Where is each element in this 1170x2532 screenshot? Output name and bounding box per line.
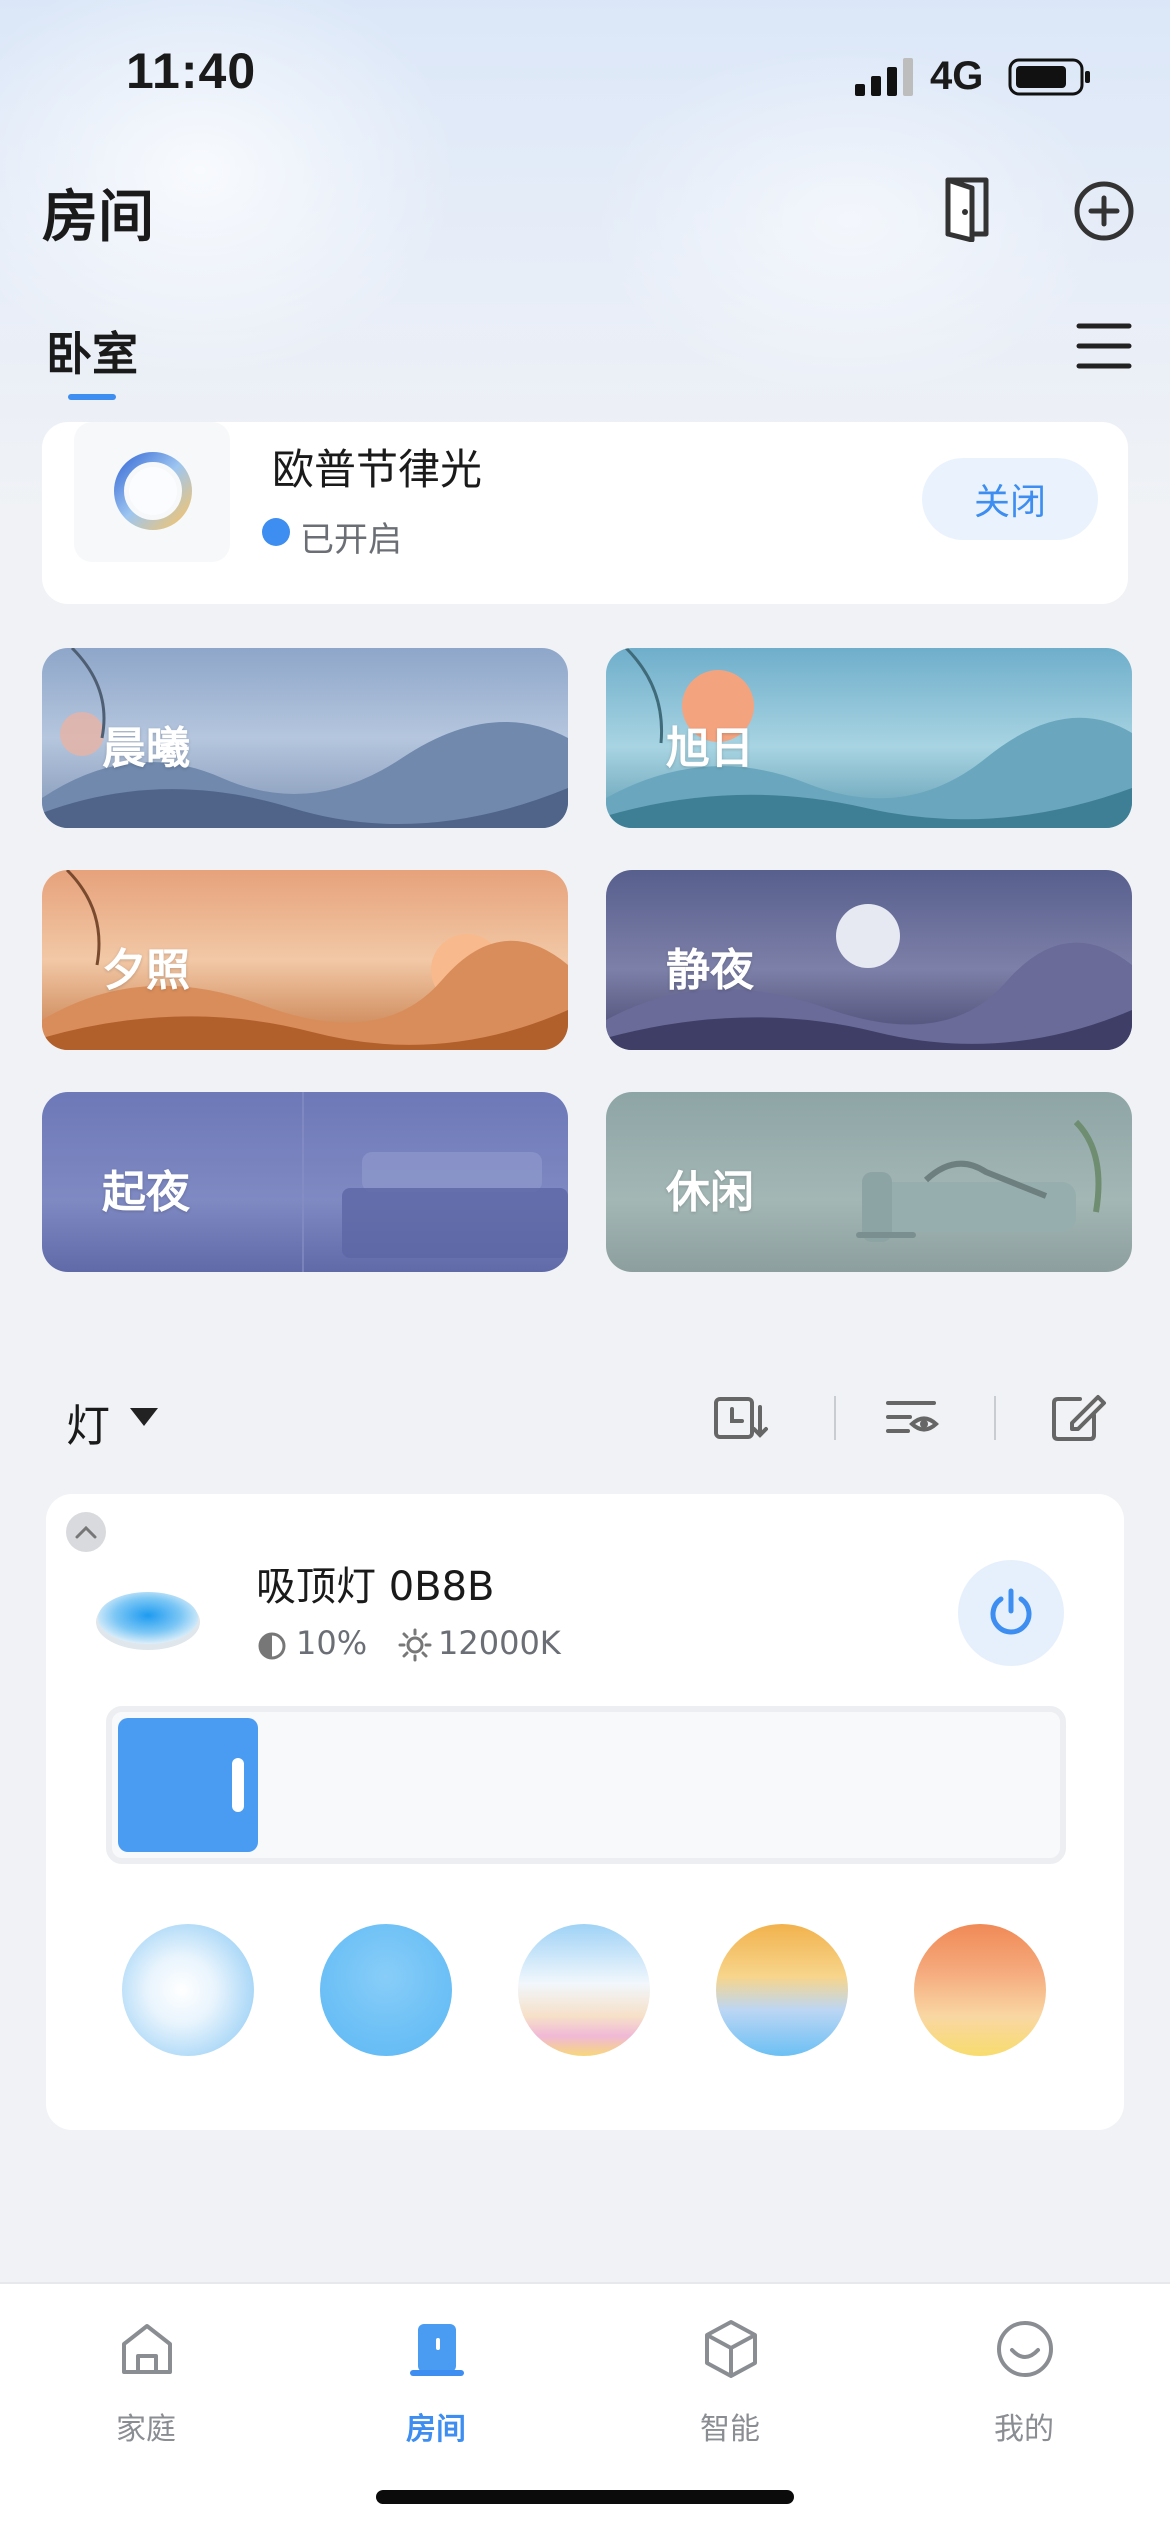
device-status: 已开启 xyxy=(300,520,402,560)
color-preset-4[interactable] xyxy=(716,1924,848,2056)
color-preset-3[interactable] xyxy=(518,1924,650,2056)
sun-icon xyxy=(398,1628,432,1662)
scene-night-rise[interactable]: 起夜 xyxy=(42,1092,568,1272)
battery-icon xyxy=(1008,58,1090,96)
dropdown-arrow-icon[interactable] xyxy=(128,1406,160,1428)
power-button[interactable] xyxy=(958,1560,1064,1666)
close-button[interactable]: 关闭 xyxy=(922,458,1098,540)
nav-label: 家庭 xyxy=(116,2412,176,2447)
ceiling-lamp-icon xyxy=(96,1592,200,1650)
status-time: 11:40 xyxy=(126,43,257,99)
brightness-slider[interactable] xyxy=(106,1706,1066,1864)
lamp-name: 吸顶灯 0B8B xyxy=(256,1564,495,1610)
nav-label: 智能 xyxy=(700,2412,760,2447)
status-dot xyxy=(262,518,290,546)
nav-smart[interactable]: 智能 xyxy=(650,2304,810,2447)
status-bar: 11:40 4G xyxy=(0,0,1170,150)
collapse-icon[interactable] xyxy=(66,1512,106,1552)
device-name: 欧普节律光 xyxy=(272,445,483,494)
nav-home[interactable]: 家庭 xyxy=(66,2304,226,2447)
brightness-slider-handle[interactable] xyxy=(232,1758,244,1812)
home-indicator xyxy=(376,2490,794,2504)
signal-icon xyxy=(855,58,913,96)
scene-label: 旭日 xyxy=(666,723,754,774)
caret-up-icon xyxy=(75,1525,97,1539)
brightness-icon xyxy=(258,1632,286,1660)
scene-label: 夕照 xyxy=(102,945,190,996)
filter-icon[interactable] xyxy=(884,1393,942,1443)
smile-icon xyxy=(997,2321,1053,2377)
nav-label: 我的 xyxy=(994,2412,1054,2447)
toolbar-divider xyxy=(994,1396,996,1440)
scene-label: 晨曦 xyxy=(102,723,190,774)
color-preset-2[interactable] xyxy=(320,1924,452,2056)
edit-icon[interactable] xyxy=(1050,1393,1108,1443)
tab-bedroom[interactable]: 卧室 xyxy=(46,318,138,384)
network-type: 4G xyxy=(930,54,984,98)
color-temperature-value: 12000K xyxy=(438,1624,561,1662)
sort-icon[interactable] xyxy=(712,1393,770,1443)
nav-mine[interactable]: 我的 xyxy=(944,2304,1104,2447)
ring-lamp-icon xyxy=(114,452,192,530)
scene-sunset[interactable]: 夕照 xyxy=(42,870,568,1050)
scene-label: 起夜 xyxy=(102,1167,190,1218)
brightness-value: 10% xyxy=(296,1624,368,1662)
cube-icon xyxy=(705,2320,757,2378)
light-category-selector[interactable]: 灯 xyxy=(66,1390,110,1454)
scene-leisure[interactable]: 休闲 xyxy=(606,1092,1132,1272)
menu-icon[interactable] xyxy=(1075,320,1133,372)
scene-sunrise[interactable]: 旭日 xyxy=(606,648,1132,828)
nav-room[interactable]: 房间 xyxy=(356,2304,516,2447)
lamp-card[interactable]: 吸顶灯 0B8B 10% 12000K xyxy=(46,1494,1124,2130)
color-preset-1[interactable] xyxy=(122,1924,254,2056)
tab-active-indicator xyxy=(68,394,116,400)
scene-label: 休闲 xyxy=(666,1167,754,1218)
door-icon[interactable] xyxy=(940,172,996,242)
color-preset-5[interactable] xyxy=(914,1924,1046,2056)
device-thumbnail xyxy=(74,422,230,562)
device-card[interactable]: 欧普节律光 已开启 关闭 xyxy=(42,422,1128,604)
room-icon xyxy=(410,2324,464,2376)
scene-label: 静夜 xyxy=(666,945,754,996)
nav-label: 房间 xyxy=(406,2412,466,2447)
page-title: 房间 xyxy=(42,185,154,250)
add-icon[interactable] xyxy=(1073,180,1135,242)
scene-quiet-night[interactable]: 静夜 xyxy=(606,870,1132,1050)
scene-dawn[interactable]: 晨曦 xyxy=(42,648,568,828)
toolbar-divider xyxy=(834,1396,836,1440)
power-icon xyxy=(990,1588,1032,1635)
home-icon xyxy=(122,2324,172,2374)
